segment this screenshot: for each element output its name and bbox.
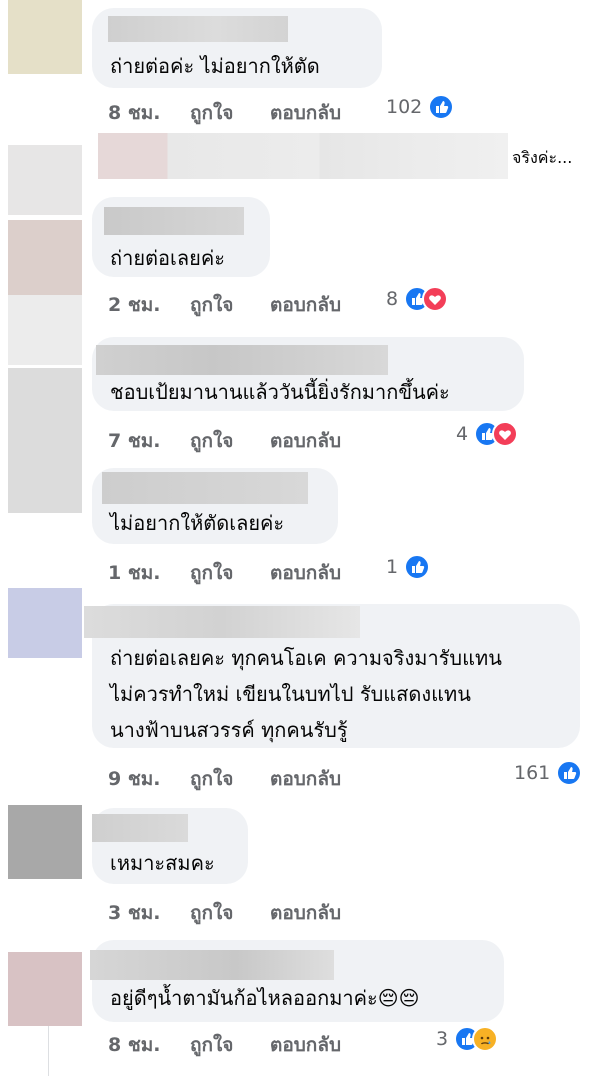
like-link[interactable]: ถูกใจ [190,764,233,794]
reaction-summary[interactable]: 4 [456,421,519,447]
like-link[interactable]: ถูกใจ [190,558,233,588]
like-link[interactable]: ถูกใจ [190,1030,233,1060]
reaction-summary[interactable]: 102 [386,94,455,120]
like-reaction-icon [404,554,431,580]
like-link[interactable]: ถูกใจ [190,426,233,456]
commenter-name-blurred[interactable] [96,345,388,375]
avatar[interactable] [8,220,82,295]
reaction-summary[interactable]: 1 [386,554,431,580]
comment-text: ชอบเป้ยมานานแล้ววันนี้ยิ่งรักมากขึ้นค่ะ [110,380,450,404]
commenter-name-blurred[interactable] [90,950,334,980]
commenter-name-blurred[interactable] [84,606,360,638]
comment-time[interactable]: 8 ชม. [108,98,160,128]
sad-reaction-icon [472,1026,499,1052]
reaction-count: 8 [386,288,399,310]
reaction-summary[interactable]: 3 [436,1026,499,1052]
comment-text: อยู่ดีๆน้ำตามันก้อไหลออกมาค่ะ😔😔 [110,986,420,1010]
reaction-count: 161 [514,762,551,784]
comment-time[interactable]: 8 ชม. [108,1030,160,1060]
like-link[interactable]: ถูกใจ [190,898,233,928]
reaction-summary[interactable]: 161 [514,760,583,786]
comment-text: เหมาะสมคะ [110,851,215,875]
comment-text: ถ่ายต่อเลยคะ ทุกคนโอเค ความจริงมารับแทน [110,646,502,670]
avatar[interactable] [8,295,82,365]
reaction-count: 102 [386,96,423,118]
reply-preview-text[interactable]: จริงค่ะ... [512,146,572,171]
reaction-count: 4 [456,423,469,445]
reply-link[interactable]: ตอบกลับ [270,98,341,128]
like-reaction-icon [428,94,455,120]
reaction-summary[interactable]: 8 [386,286,449,312]
comment-text: ไม่อยากให้ตัดเลยค่ะ [110,511,285,535]
avatar[interactable] [8,368,82,513]
reaction-count: 1 [386,556,399,578]
love-reaction-icon [422,286,449,312]
comment-time[interactable]: 3 ชม. [108,898,160,928]
avatar[interactable] [8,805,82,879]
comment-text: ไม่ควรทำใหม่ เขียนในบทไป รับแสดงแทน [110,682,471,706]
like-reaction-icon [556,760,583,786]
comment-text: ถ่ายต่อค่ะ ไม่อยากให้ตัด [110,54,320,78]
commenter-name-blurred[interactable] [104,207,244,235]
reply-link[interactable]: ตอบกลับ [270,558,341,588]
avatar[interactable] [8,0,82,74]
comment-time[interactable]: 9 ชม. [108,764,160,794]
commenter-name-blurred[interactable] [102,472,308,504]
comment-time[interactable]: 1 ชม. [108,558,160,588]
comment-text: ถ่ายต่อเลยค่ะ [110,246,225,270]
reply-link[interactable]: ตอบกลับ [270,898,341,928]
avatar[interactable] [8,952,82,1026]
avatar[interactable] [8,145,82,215]
reply-link[interactable]: ตอบกลับ [270,290,341,320]
reply-link[interactable]: ตอบกลับ [270,1030,341,1060]
like-link[interactable]: ถูกใจ [190,98,233,128]
love-reaction-icon [492,421,519,447]
comment-text: นางฟ้าบนสวรรค์ ทุกคนรับรู้ [110,718,348,742]
reaction-count: 3 [436,1028,449,1050]
comment-time[interactable]: 7 ชม. [108,426,160,456]
comment-time[interactable]: 2 ชม. [108,290,160,320]
like-link[interactable]: ถูกใจ [190,290,233,320]
commenter-name-blurred[interactable] [108,16,288,42]
reply-link[interactable]: ตอบกลับ [270,426,341,456]
reply-link[interactable]: ตอบกลับ [270,764,341,794]
avatar[interactable] [8,588,82,658]
reply-preview-blurred[interactable] [98,133,508,179]
commenter-name-blurred[interactable] [92,814,188,842]
